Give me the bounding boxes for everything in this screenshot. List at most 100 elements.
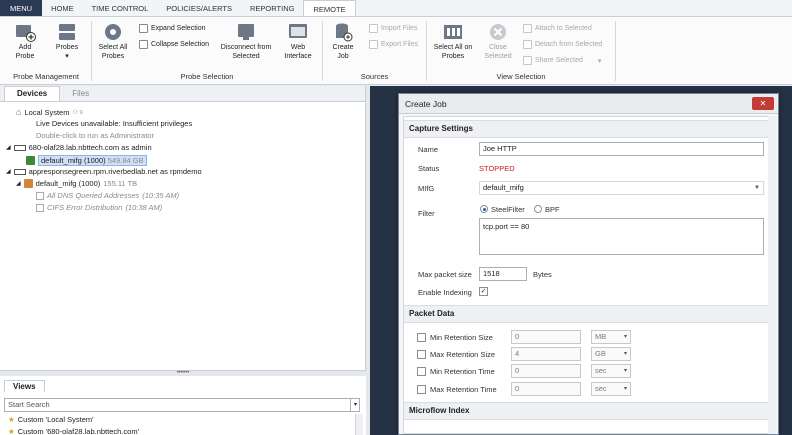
min-retention-time-label: Min Retention Time [430,367,495,376]
tree-node-host1-mifg[interactable]: default_mifg (1000) 549.84 GB [26,155,147,166]
create-job-dialog: Create Job ✕ Capture Settings Name Joe H… [398,93,779,435]
min-retention-size-label: Min Retention Size [430,333,493,342]
expand-arrow-icon[interactable]: ◢ [16,180,21,187]
select-all-on-probes-button[interactable]: Select All on Probes [430,22,476,61]
expand-icon [139,24,148,33]
probe-icon [13,144,26,151]
share-selected-button[interactable]: Share Selected ▾ [523,56,601,65]
left-panel: Devices Files ⌂ Local System ⚇ ≡ Live De… [0,86,366,435]
max-retention-size-input[interactable]: 4 [511,347,581,361]
disconnect-button[interactable]: Disconnect from Selected [216,22,276,61]
views-list-item[interactable]: ★ Custom '680-olaf28.lab.nbttech.com' [8,427,139,435]
expand-selection-button[interactable]: Expand Selection [139,24,205,33]
views-tab[interactable]: Views [4,380,45,392]
filter-textarea[interactable]: tcp.port == 80 [479,218,764,255]
select-all-probes-icon [105,24,121,40]
import-files-button[interactable]: Import Files [369,24,418,33]
import-icon [369,24,378,33]
section-microflow-index: Microflow Index [409,406,470,415]
collapse-selection-button[interactable]: Collapse Selection [139,40,209,49]
tab-devices[interactable]: Devices [4,86,61,101]
select-all-on-probes-icon [444,25,462,39]
tab-remote[interactable]: REMOTE [303,0,356,16]
tree-node-host1[interactable]: ◢ 680-olaf28.lab.nbttech.com as admin [6,143,152,152]
views-list-item[interactable]: ★ Custom 'Local System' [8,415,94,424]
tab-policies-alerts[interactable]: POLICIES/ALERTS [157,0,241,16]
bytes-label: Bytes [533,270,552,279]
tree-node-run-admin[interactable]: Double-click to run as Administrator [36,131,154,140]
steelfilter-radio[interactable] [480,205,488,213]
share-icon [523,56,532,65]
views-panel: Views Start Search ▾ ★ Custom 'Local Sys… [0,376,366,435]
probe-icon [13,168,26,175]
add-probe-button[interactable]: Add Probe [8,22,42,61]
left-panel-tabs: Devices Files [0,86,365,102]
chevron-down-icon[interactable]: ▾ [350,399,360,411]
tree-node-host2[interactable]: ◢ appresponsegreen.rpm.riverbedlab.net a… [6,167,202,176]
views-search-input[interactable]: Start Search [4,398,360,412]
max-retention-size-checkbox[interactable] [417,350,426,359]
status-value: STOPPED [479,164,515,173]
chevron-down-icon: ▾ [623,368,627,374]
max-retention-time-checkbox[interactable] [417,385,426,394]
mifg-select[interactable]: default_mifg ▼ [479,181,764,195]
disconnect-icon [238,24,254,40]
dialog-scrollbar[interactable] [768,116,776,434]
min-retention-size-input[interactable]: 0 [511,330,581,344]
bpf-radio[interactable] [534,205,542,213]
export-files-button[interactable]: Export Files [369,40,418,49]
attach-to-selected-button[interactable]: Attach to Selected [523,24,592,33]
dialog-title: Create Job [405,99,447,109]
tab-reporting[interactable]: REPORTING [241,0,303,16]
chevron-down-icon: ▾ [623,386,627,392]
close-button[interactable]: ✕ [752,97,774,110]
max-retention-size-label: Max Retention Size [430,350,496,359]
mifg-icon [26,156,35,165]
status-label: Status [418,164,440,173]
web-interface-button[interactable]: Web Interface [282,22,314,61]
max-retention-time-input[interactable]: 0 [511,382,581,396]
tree-node-local-system[interactable]: ⌂ Local System ⚇ ≡ [16,107,83,117]
expand-arrow-icon[interactable]: ◢ [6,144,11,151]
name-field[interactable]: Joe HTTP [479,142,764,156]
tab-time-control[interactable]: TIME CONTROL [83,0,158,16]
views-scrollbar[interactable] [355,414,363,435]
tab-files[interactable]: Files [60,87,101,101]
view-icon [36,203,44,212]
create-job-button[interactable]: Create Job [328,22,358,61]
min-retention-time-input[interactable]: 0 [511,364,581,378]
section-header-bg [404,305,768,323]
min-retention-size-checkbox[interactable] [417,333,426,342]
max-retention-size-unit[interactable]: GB ▾ [591,347,631,361]
chevron-down-icon: ▾ [623,351,627,357]
device-tree: ⌂ Local System ⚇ ≡ Live Devices unavaila… [0,102,365,376]
steelfilter-label: SteelFilter [491,205,525,214]
view-icon [36,191,44,200]
house-icon: ⌂ [16,107,22,117]
min-retention-time-checkbox[interactable] [417,367,426,376]
star-icon: ★ [8,415,15,424]
detach-from-selected-button[interactable]: Detach from Selected [523,40,602,49]
close-selected-icon [490,24,506,40]
tree-node-view2[interactable]: CIFS Error Distribution (10:38 AM) [36,203,162,212]
close-selected-button[interactable]: Close Selected [482,22,514,61]
min-retention-time-unit[interactable]: sec ▾ [591,364,631,378]
section-capture-settings: Capture Settings [409,124,474,133]
min-retention-size-unit[interactable]: MB ▾ [591,330,631,344]
expand-arrow-icon[interactable]: ◢ [6,168,11,175]
enable-indexing-checkbox[interactable]: ✓ [479,287,488,296]
chevron-down-icon: ▾ [597,57,602,65]
max-packet-input[interactable]: 1518 [479,267,527,281]
tab-home[interactable]: HOME [42,0,83,16]
dialog-title-bar: Create Job ✕ [399,94,778,114]
chevron-down-icon: ▾ [623,334,627,340]
tree-node-host2-mifg[interactable]: ◢ default_mifg (1000) 155.11 TB [16,179,137,188]
mifg-icon [23,179,33,188]
max-retention-time-unit[interactable]: sec ▾ [591,382,631,396]
probes-dropdown-button[interactable]: Probes ▾ [50,22,84,61]
tree-node-view1[interactable]: All DNS Queried Addresses (10:35 AM) [36,191,179,200]
tab-menu[interactable]: MENU [0,0,43,16]
add-probe-icon [16,25,36,42]
ribbon-tabs: MENU HOME TIME CONTROL POLICIES/ALERTS R… [0,0,792,17]
select-all-probes-button[interactable]: Select All Probes [94,22,132,61]
